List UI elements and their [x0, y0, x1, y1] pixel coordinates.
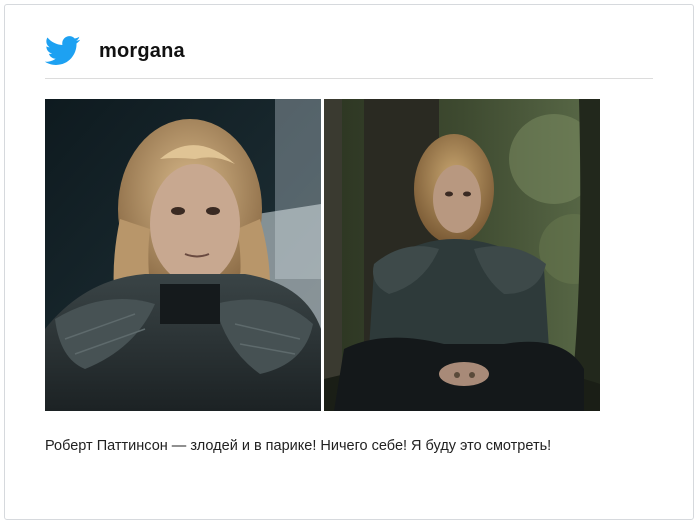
tweet-image-1[interactable] [45, 99, 321, 411]
twitter-bird-icon [44, 35, 81, 67]
username[interactable]: morgana [99, 40, 185, 63]
tweet-media [45, 99, 600, 411]
tweet-card: morgana Роберт Паттинсон — злодей и в па… [4, 4, 694, 520]
tweet-header: morgana [44, 29, 185, 73]
header-divider [45, 78, 653, 79]
tweet-image-2[interactable] [324, 99, 600, 411]
tweet-text: Роберт Паттинсон — злодей и в парике! Ни… [45, 438, 552, 454]
